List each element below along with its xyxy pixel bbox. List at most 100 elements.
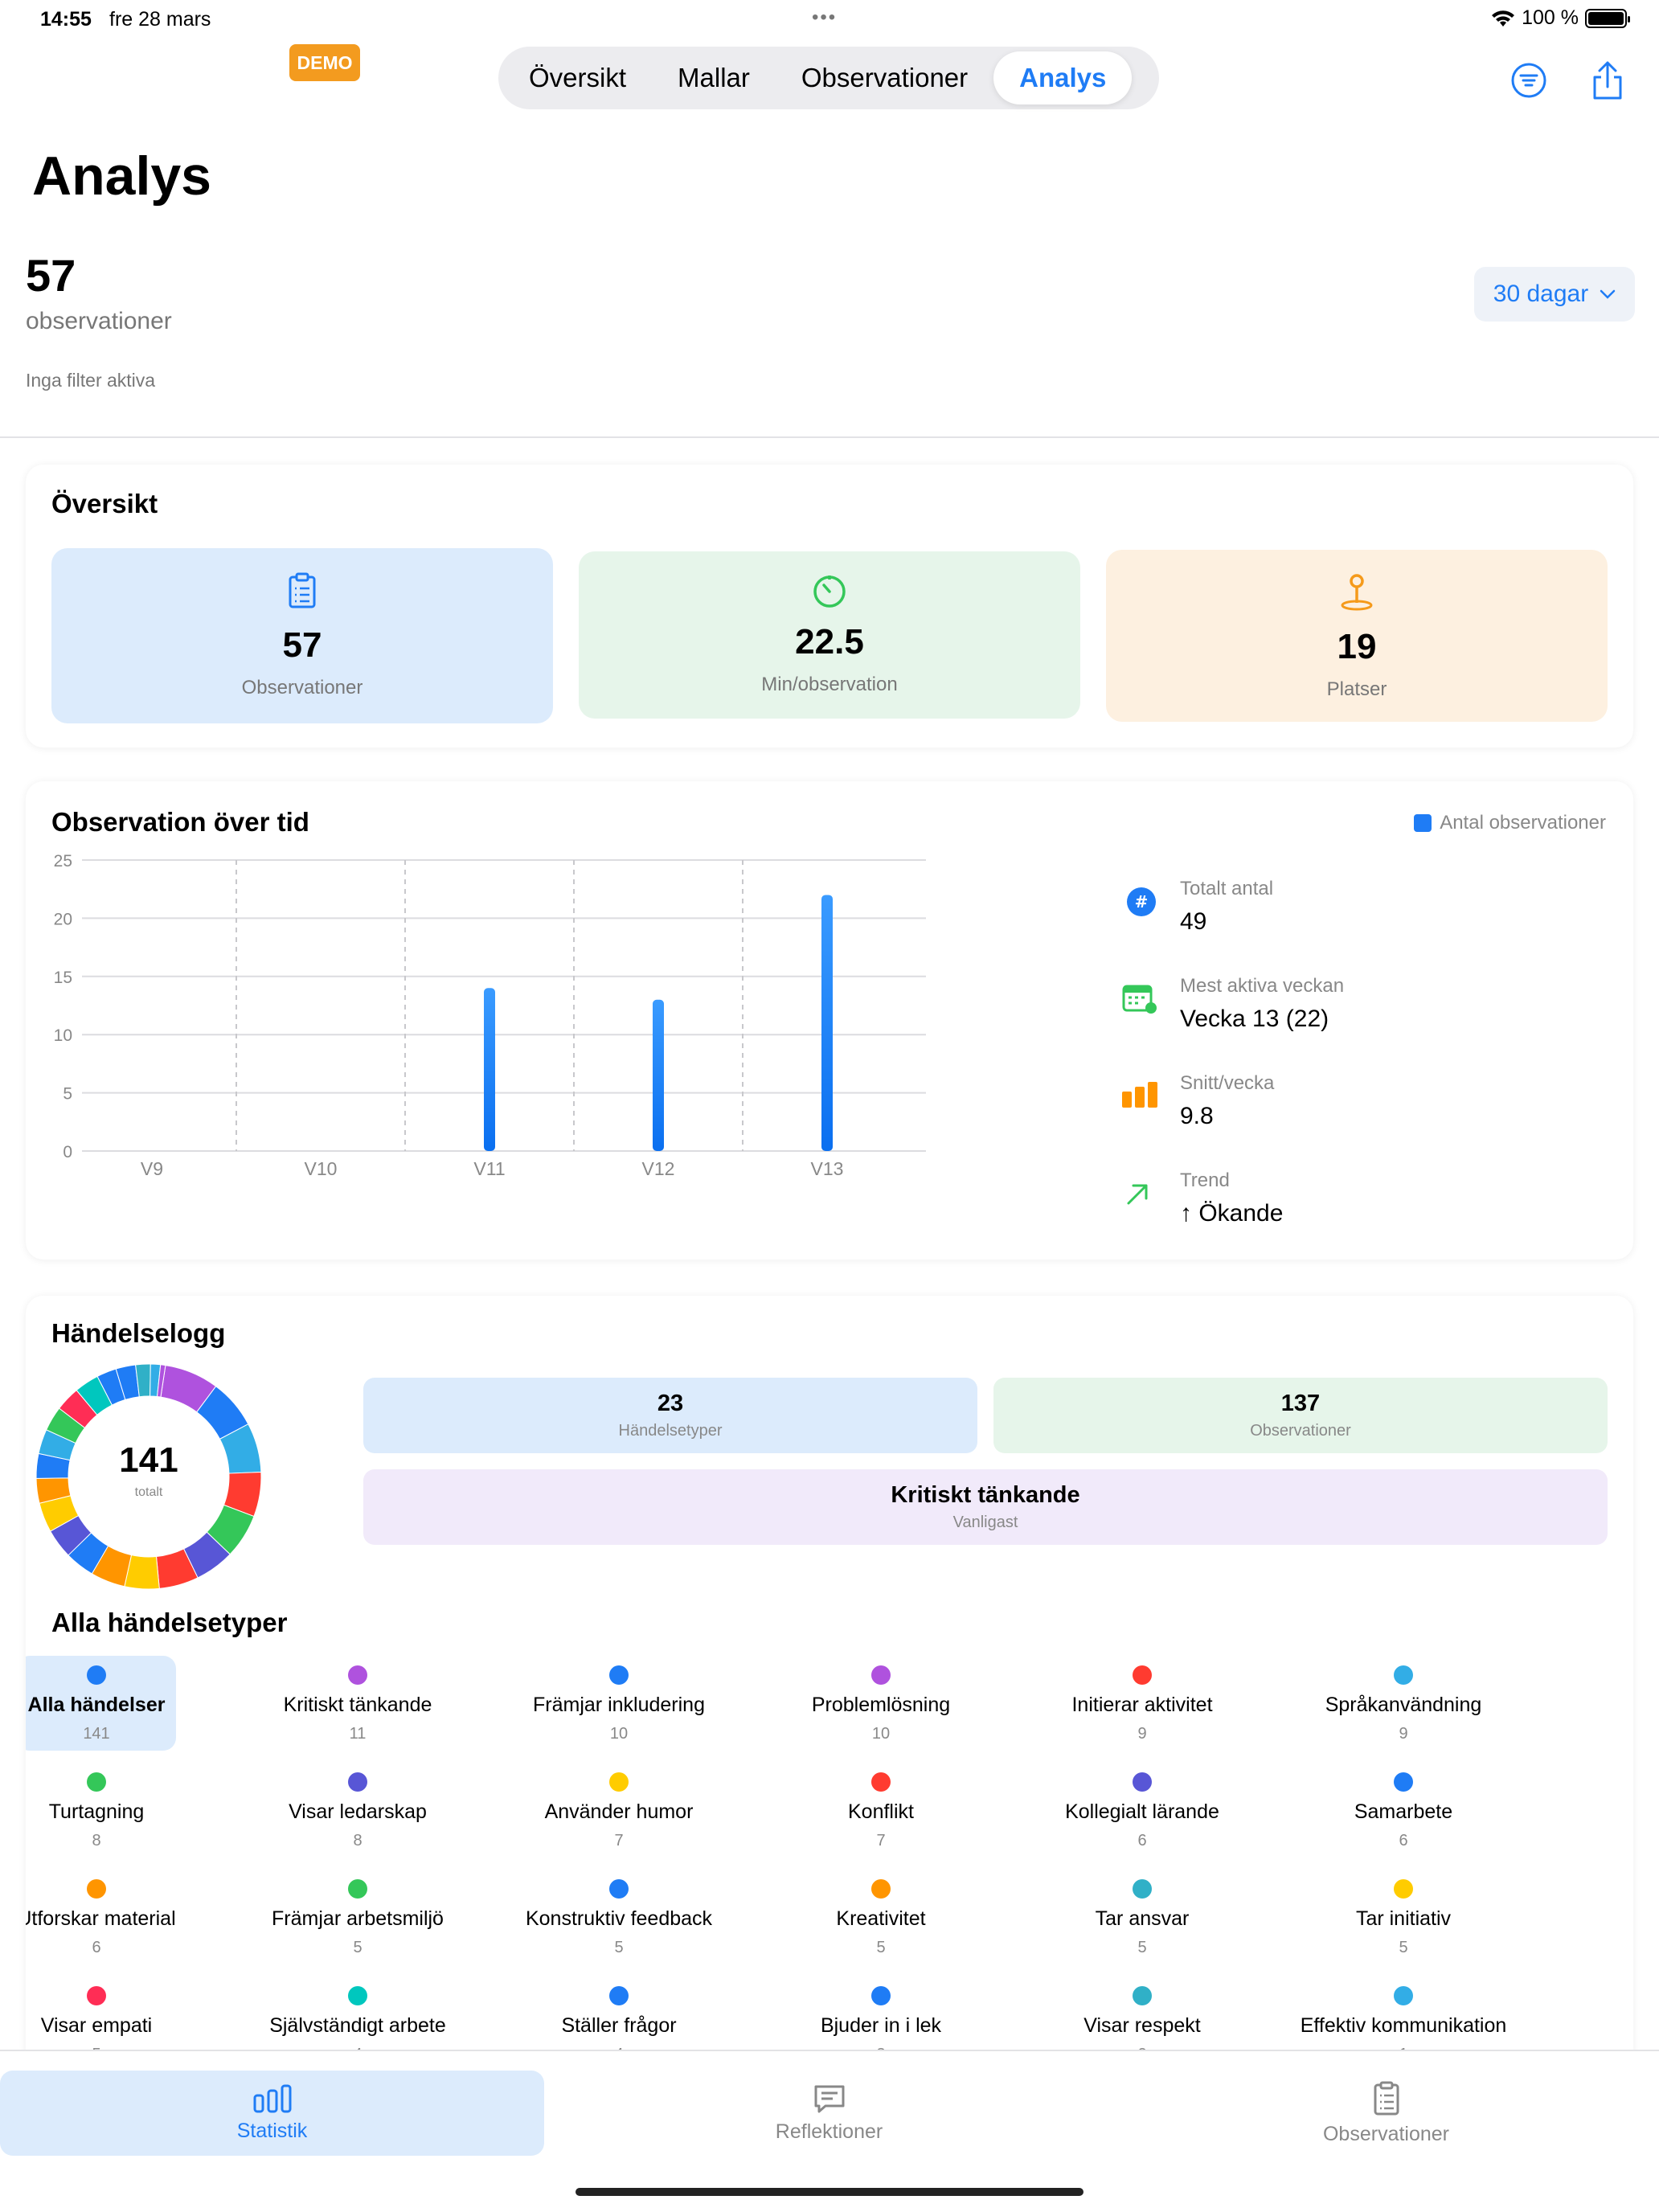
event-type-name: Konstruktiv feedback	[525, 1907, 713, 1930]
event-type-name: Tar initiativ	[1355, 1907, 1452, 1930]
event-type-count: 5	[1399, 1939, 1408, 1956]
y-tick-label: 10	[54, 1026, 72, 1045]
event-type-item[interactable]: Kollegialt lärande 6	[1063, 1763, 1222, 1858]
home-indicator	[576, 2188, 1083, 2196]
event-types-grid: Alla händelser 141 Kritiskt tänkande 11 Främ…	[26, 1656, 1633, 2099]
bar-v11[interactable]	[484, 988, 495, 1151]
event-type-count: 5	[876, 1939, 886, 1956]
tab-reflektioner[interactable]: Reflektioner	[557, 2071, 1101, 2156]
overview-card: Översikt 57 Observationer 22.5 Min/obser…	[26, 465, 1633, 748]
event-type-item[interactable]: Kritiskt tänkande 11	[278, 1656, 437, 1751]
segment-mallar[interactable]: Mallar	[652, 51, 776, 104]
stat-value: 22.5	[795, 622, 864, 662]
event-type-item[interactable]: Visar ledarskap 8	[278, 1763, 437, 1858]
event-type-item[interactable]: Alla händelser 141	[26, 1656, 176, 1751]
bar-chart-icon	[1122, 1080, 1159, 1113]
event-type-item[interactable]: Använder humor 7	[539, 1763, 698, 1858]
event-type-count: 7	[614, 1832, 624, 1849]
event-type-dot	[1394, 1879, 1413, 1899]
event-type-item[interactable]: Samarbete 6	[1324, 1763, 1483, 1858]
event-type-count: 5	[1137, 1939, 1147, 1956]
tab-label: Statistik	[236, 2119, 308, 2142]
segmented-control: Översikt Mallar Observationer Analys	[498, 47, 1159, 109]
event-type-name: Kollegialt lärande	[1065, 1800, 1219, 1823]
event-type-name: Visar ledarskap	[289, 1800, 427, 1823]
bar-v12[interactable]	[653, 999, 664, 1151]
most-common-tile: Kritiskt tänkande Vanligast	[363, 1469, 1608, 1545]
event-type-count: 8	[92, 1832, 101, 1849]
event-types-tile: 23 Händelsetyper	[363, 1378, 977, 1453]
event-type-item[interactable]: Problemlösning 10	[801, 1656, 961, 1751]
page-title: Analys	[32, 145, 211, 207]
event-type-count: 9	[1137, 1725, 1147, 1743]
clipboard-list-icon	[1374, 2081, 1399, 2115]
event-type-dot	[609, 1665, 629, 1685]
all-types-title: Alla händelsetyper	[51, 1608, 288, 1637]
event-type-count: 6	[1137, 1832, 1147, 1849]
wifi-icon	[1492, 10, 1515, 27]
event-type-count: 9	[1399, 1725, 1408, 1743]
event-type-item[interactable]: Kreativitet 5	[801, 1870, 961, 1964]
event-type-name: Visar respekt	[1083, 2014, 1201, 2037]
x-tick-label: V13	[811, 1158, 844, 1179]
event-type-dot	[87, 1665, 106, 1685]
event-type-item[interactable]: Turtagning 8	[26, 1763, 176, 1858]
date-range-picker[interactable]: 30 dagar	[1474, 267, 1635, 322]
y-tick-label: 15	[54, 969, 72, 987]
event-type-dot	[87, 1772, 106, 1792]
multitasking-dots[interactable]: •••	[812, 6, 837, 29]
event-type-name: Turtagning	[48, 1800, 145, 1823]
segment-översikt[interactable]: Översikt	[503, 51, 652, 104]
event-type-name: Problemlösning	[811, 1694, 951, 1716]
share-button[interactable]	[1583, 56, 1632, 104]
event-type-count: 10	[609, 1725, 629, 1743]
event-type-item[interactable]: Tar initiativ 5	[1324, 1870, 1483, 1964]
status-right: 100 %	[1491, 6, 1630, 30]
status-date: fre 28 mars	[109, 8, 211, 31]
mini-value: Kritiskt tänkande	[891, 1482, 1080, 1508]
event-type-name: Initierar aktivitet	[1071, 1694, 1213, 1716]
bar-v13[interactable]	[821, 895, 833, 1151]
event-type-name: Främjar inkludering	[533, 1694, 705, 1716]
mini-label: Observationer	[1250, 1422, 1351, 1440]
trend-arrow-icon	[1124, 1179, 1153, 1212]
event-observations-tile: 137 Observationer	[993, 1378, 1608, 1453]
stat-value: 19	[1337, 627, 1377, 666]
event-type-item[interactable]: Konstruktiv feedback 5	[526, 1870, 712, 1964]
event-type-name: Tar ansvar	[1095, 1907, 1190, 1930]
kpi-label: Trend	[1180, 1169, 1230, 1191]
event-log-title: Händelselogg	[51, 1318, 226, 1348]
filter-button[interactable]	[1505, 56, 1553, 104]
event-type-item[interactable]: Språkanvändning 9	[1324, 1656, 1483, 1751]
event-type-name: Använder humor	[544, 1800, 694, 1823]
tab-statistik[interactable]: Statistik	[0, 2071, 544, 2156]
filter-status: Inga filter aktiva	[26, 370, 156, 391]
event-type-dot	[871, 1772, 891, 1792]
stat-label: Platser	[1326, 678, 1387, 700]
pin-icon	[1339, 572, 1374, 612]
event-type-dot	[348, 1665, 367, 1685]
chat-icon	[814, 2085, 844, 2112]
stat-label: Observationer	[241, 677, 363, 698]
event-type-name: Språkanvändning	[1325, 1694, 1482, 1716]
segment-analys[interactable]: Analys	[993, 51, 1133, 104]
event-type-item[interactable]: Utforskar material 6	[26, 1870, 176, 1964]
mini-label: Vanligast	[952, 1514, 1018, 1531]
calendar-icon	[1122, 983, 1157, 1019]
event-type-name: Kritiskt tänkande	[283, 1694, 432, 1716]
event-type-dot	[1394, 1986, 1413, 2005]
event-type-item[interactable]: Initierar aktivitet 9	[1063, 1656, 1222, 1751]
event-type-dot	[609, 1772, 629, 1792]
x-tick-label: V10	[305, 1158, 338, 1179]
event-type-dot	[1394, 1772, 1413, 1792]
event-type-count: 10	[871, 1725, 891, 1743]
segment-observationer[interactable]: Observationer	[776, 51, 993, 104]
event-type-item[interactable]: Konflikt 7	[801, 1763, 961, 1858]
event-type-dot	[1394, 1665, 1413, 1685]
event-type-item[interactable]: Tar ansvar 5	[1063, 1870, 1222, 1964]
event-type-item[interactable]: Främjar inkludering 10	[533, 1656, 705, 1751]
event-type-item[interactable]: Främjar arbetsmiljö 5	[272, 1870, 444, 1964]
event-type-dot	[609, 1879, 629, 1899]
tab-observationer[interactable]: Observationer	[1114, 2071, 1658, 2156]
legend-label: Antal observationer	[1440, 812, 1606, 834]
